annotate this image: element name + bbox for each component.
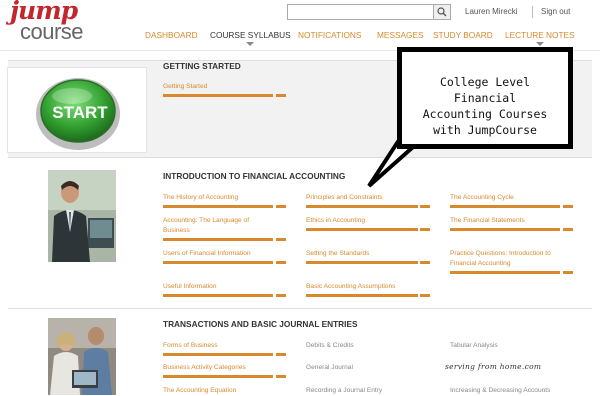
progress-bar-end [276, 205, 286, 208]
link-financial-statements[interactable]: The Financial Statements [450, 216, 525, 226]
progress-bar-end [420, 228, 430, 231]
watermark: serving from home.com [445, 362, 542, 371]
nav-messages[interactable]: MESSAGES [377, 30, 424, 40]
progress-bar [450, 271, 560, 274]
progress-bar-end [563, 228, 573, 231]
progress-bar-end [563, 271, 573, 274]
link-setting-the-standards[interactable]: Setting the Standards [306, 249, 369, 259]
progress-bar [163, 353, 273, 356]
link-debits-and-credits[interactable]: Debits & Credits [306, 341, 354, 351]
nav-notifications[interactable]: NOTIFICATIONS [298, 30, 361, 40]
link-general-journal[interactable]: General Journal [306, 363, 353, 373]
progress-bar-end [276, 294, 286, 297]
link-basic-accounting-assumptions[interactable]: Basic Accounting Assumptions [306, 282, 395, 292]
callout-line-4: with JumpCourse [433, 123, 537, 137]
header-divider [532, 6, 533, 18]
progress-bar [306, 294, 418, 297]
progress-bar [163, 205, 273, 208]
section-title-transactions: TRANSACTIONS AND BASIC JOURNAL ENTRIES [163, 319, 358, 329]
link-users-of-financial-information[interactable]: Users of Financial Information [163, 249, 251, 259]
section-title-intro: INTRODUCTION TO FINANCIAL ACCOUNTING [163, 171, 346, 181]
link-useful-information[interactable]: Useful Information [163, 282, 217, 292]
section-title-getting-started: GETTING STARTED [163, 61, 241, 71]
search-icon [437, 7, 447, 17]
progress-bar [163, 261, 273, 264]
nav-course-syllabus[interactable]: COURSE SYLLABUS [210, 30, 291, 46]
progress-bar [163, 294, 273, 297]
nav-study-board[interactable]: STUDY BOARD [433, 30, 493, 40]
progress-bar [306, 228, 418, 231]
active-tab-caret-icon [246, 42, 255, 46]
link-accounting-cycle[interactable]: The Accounting Cycle [450, 193, 514, 203]
callout-line-2: Financial [453, 91, 517, 105]
start-label: START [52, 103, 108, 122]
jumpcourse-logo[interactable]: jump course [6, 0, 92, 46]
nav-course-syllabus-label: COURSE SYLLABUS [210, 30, 291, 40]
progress-bar-end [276, 375, 286, 378]
link-ethics-in-accounting[interactable]: Ethics in Accounting [306, 216, 365, 226]
callout-line-3: Accounting Courses [422, 107, 548, 121]
progress-bar-end [276, 353, 286, 356]
lecture-notes-caret-icon [535, 42, 544, 46]
nav-lecture-notes-label: LECTURE NOTES [505, 30, 575, 40]
link-principles-and-constraints[interactable]: Principles and Constraints [306, 193, 383, 203]
progress-bar-end [276, 94, 286, 97]
progress-bar-end [420, 261, 430, 264]
office-people-photo [48, 318, 116, 395]
progress-bar-end [420, 205, 430, 208]
link-practice-questions-intro[interactable]: Practice Questions: Introduction to Fina… [450, 249, 575, 269]
logo-course-text: course [20, 19, 84, 44]
progress-bar-end [276, 261, 286, 264]
start-button-image[interactable]: START [7, 67, 147, 153]
link-history-of-accounting[interactable]: The History of Accounting [163, 193, 238, 203]
nav-lecture-notes[interactable]: LECTURE NOTES [505, 30, 575, 46]
link-getting-started[interactable]: Getting Started [163, 82, 207, 92]
progress-bar [306, 205, 418, 208]
progress-bar [450, 205, 560, 208]
link-business-activity-categories[interactable]: Business Activity Categories [163, 363, 246, 373]
search-input[interactable] [287, 4, 434, 20]
search-button[interactable] [433, 4, 451, 20]
callout-text: College Level Financial Accounting Cours… [402, 74, 568, 138]
progress-bar [163, 375, 273, 378]
progress-bar [306, 261, 418, 264]
user-name-link[interactable]: Lauren Mirecki [465, 7, 517, 16]
businessman-photo [48, 170, 116, 262]
callout-line-1: College Level [439, 75, 530, 89]
link-forms-of-business[interactable]: Forms of Business [163, 341, 218, 351]
progress-bar [163, 94, 273, 97]
link-language-of-business[interactable]: Accounting: The Language of Business [163, 216, 273, 236]
start-icon: START [36, 78, 120, 150]
progress-bar [163, 238, 273, 241]
top-bar: jump course Lauren Mirecki Sign out DASH… [0, 0, 600, 51]
link-tabular-analysis[interactable]: Tabular Analysis [450, 341, 498, 351]
sign-out-link[interactable]: Sign out [541, 7, 570, 16]
progress-bar [450, 228, 560, 231]
progress-bar-end [420, 294, 430, 297]
callout-bubble: College Level Financial Accounting Cours… [397, 47, 573, 149]
progress-bar-end [276, 238, 286, 241]
progress-bar-end [563, 205, 573, 208]
nav-dashboard[interactable]: DASHBOARD [145, 30, 198, 40]
